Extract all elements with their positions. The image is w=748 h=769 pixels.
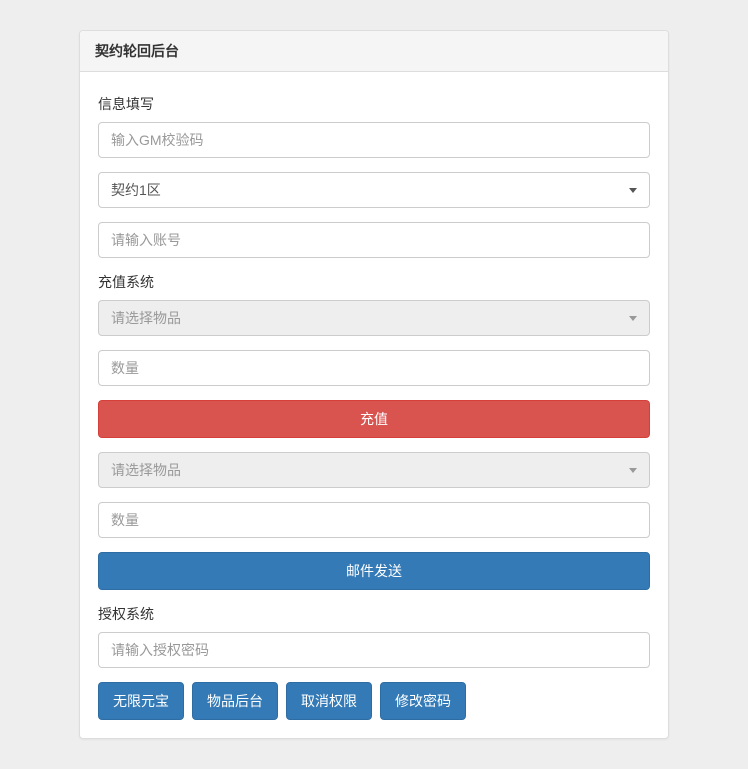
mail-item-select[interactable]: 请选择物品	[98, 452, 650, 488]
item-backend-button[interactable]: 物品后台	[192, 682, 278, 720]
change-password-button[interactable]: 修改密码	[380, 682, 466, 720]
recharge-item-select[interactable]: 请选择物品	[98, 300, 650, 336]
revoke-permission-button[interactable]: 取消权限	[286, 682, 372, 720]
server-select[interactable]: 契约1区	[98, 172, 650, 208]
panel-body: 信息填写 契约1区 充值系统 请选择物品 充值 请选择物品 邮件发送	[80, 72, 668, 738]
chevron-down-icon	[629, 188, 637, 193]
account-input[interactable]	[98, 222, 650, 258]
admin-panel: 契约轮回后台 信息填写 契约1区 充值系统 请选择物品 充值 请选择物品	[79, 30, 669, 739]
unlimited-yuanbao-button[interactable]: 无限元宝	[98, 682, 184, 720]
auth-password-input[interactable]	[98, 632, 650, 668]
chevron-down-icon	[629, 316, 637, 321]
gm-code-input[interactable]	[98, 122, 650, 158]
recharge-section-label: 充值系统	[98, 272, 650, 292]
action-button-row: 无限元宝 物品后台 取消权限 修改密码	[98, 682, 650, 720]
recharge-item-select-value: 请选择物品	[111, 308, 181, 328]
panel-title: 契约轮回后台	[80, 31, 668, 72]
server-select-value: 契约1区	[111, 180, 161, 200]
mail-quantity-input[interactable]	[98, 502, 650, 538]
auth-section-label: 授权系统	[98, 604, 650, 624]
recharge-quantity-input[interactable]	[98, 350, 650, 386]
mail-send-button[interactable]: 邮件发送	[98, 552, 650, 590]
chevron-down-icon	[629, 468, 637, 473]
recharge-button[interactable]: 充值	[98, 400, 650, 438]
info-section-label: 信息填写	[98, 94, 650, 114]
mail-item-select-value: 请选择物品	[111, 460, 181, 480]
